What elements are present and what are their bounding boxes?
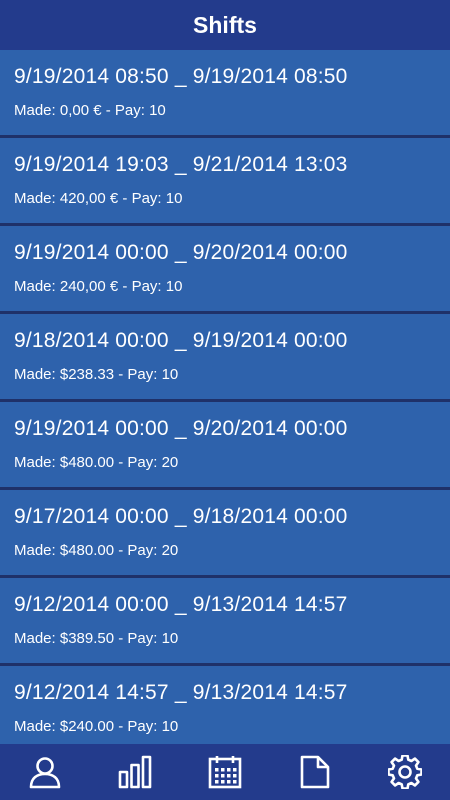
shift-time-range: 9/12/2014 14:57 _ 9/13/2014 14:57	[14, 681, 348, 704]
shift-time-range: 9/19/2014 00:00 _ 9/20/2014 00:00	[14, 417, 348, 440]
shift-summary: Made: $480.00 - Pay: 20	[14, 454, 179, 471]
calendar-icon	[208, 756, 242, 789]
shift-summary: Made: $480.00 - Pay: 20	[14, 542, 179, 559]
shift-time-range: 9/17/2014 00:00 _ 9/18/2014 00:00	[14, 505, 348, 528]
shift-list-item[interactable]: 9/19/2014 19:03 _ 9/21/2014 13:03 Made: …	[0, 138, 450, 223]
document-icon	[300, 755, 330, 789]
shift-time-range: 9/18/2014 00:00 _ 9/19/2014 00:00	[14, 329, 348, 352]
shift-time-range: 9/19/2014 08:50 _ 9/19/2014 08:50	[14, 65, 348, 88]
shift-list[interactable]: 9/19/2014 08:50 _ 9/19/2014 08:50 Made: …	[0, 50, 450, 744]
shift-time-range: 9/12/2014 00:00 _ 9/13/2014 14:57	[14, 593, 348, 616]
shift-summary: Made: 0,00 € - Pay: 10	[14, 102, 166, 119]
tab-profile[interactable]	[20, 747, 70, 797]
bottom-tab-bar	[0, 744, 450, 800]
shift-list-item[interactable]: 9/17/2014 00:00 _ 9/18/2014 00:00 Made: …	[0, 490, 450, 575]
gear-icon	[388, 755, 422, 789]
shift-list-item[interactable]: 9/18/2014 00:00 _ 9/19/2014 00:00 Made: …	[0, 314, 450, 399]
shift-time-range: 9/19/2014 00:00 _ 9/20/2014 00:00	[14, 241, 348, 264]
shift-summary: Made: 240,00 € - Pay: 10	[14, 278, 183, 295]
tab-calendar[interactable]	[200, 747, 250, 797]
shift-list-item[interactable]: 9/19/2014 08:50 _ 9/19/2014 08:50 Made: …	[0, 50, 450, 135]
shift-summary: Made: $389.50 - Pay: 10	[14, 630, 179, 647]
shift-list-item[interactable]: 9/12/2014 00:00 _ 9/13/2014 14:57 Made: …	[0, 578, 450, 663]
tab-settings[interactable]	[380, 747, 430, 797]
shift-summary: Made: $240.00 - Pay: 10	[14, 718, 179, 735]
tab-stats[interactable]	[110, 747, 160, 797]
shift-list-item[interactable]: 9/19/2014 00:00 _ 9/20/2014 00:00 Made: …	[0, 226, 450, 311]
header: Shifts	[0, 0, 450, 50]
shift-list-item[interactable]: 9/12/2014 14:57 _ 9/13/2014 14:57 Made: …	[0, 666, 450, 744]
tab-reports[interactable]	[290, 747, 340, 797]
bar-chart-icon	[118, 755, 152, 789]
shift-time-range: 9/19/2014 19:03 _ 9/21/2014 13:03	[14, 153, 348, 176]
page-title: Shifts	[193, 11, 257, 38]
person-icon	[29, 757, 61, 789]
shift-list-item[interactable]: 9/19/2014 00:00 _ 9/20/2014 00:00 Made: …	[0, 402, 450, 487]
shift-summary: Made: 420,00 € - Pay: 10	[14, 190, 183, 207]
shift-summary: Made: $238.33 - Pay: 10	[14, 366, 179, 383]
